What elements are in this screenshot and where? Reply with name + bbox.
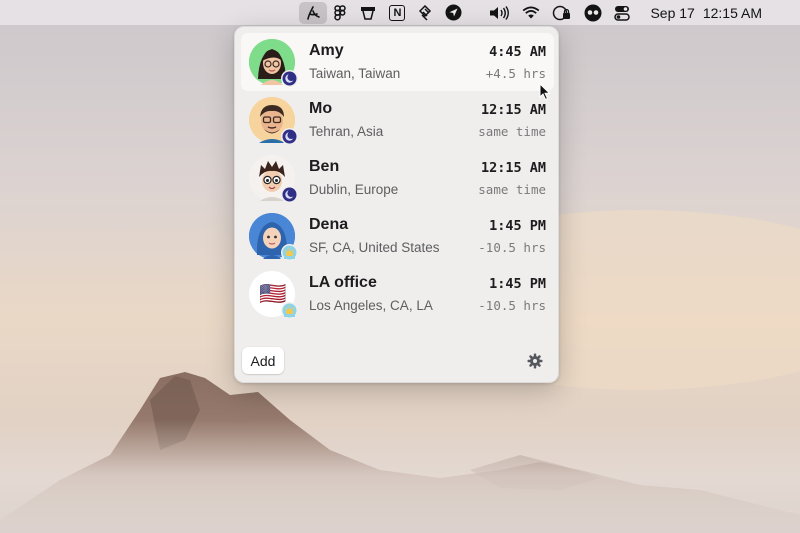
add-button[interactable]: Add xyxy=(242,347,284,374)
mouse-cursor xyxy=(539,82,551,101)
person-time-difference: +4.5 hrs xyxy=(485,66,546,81)
person-time: 12:15 AM xyxy=(480,160,546,176)
sun-icon xyxy=(281,244,298,261)
timezone-app-icon[interactable] xyxy=(299,1,328,24)
person-row-dena[interactable]: Dena SF, CA, United States 1:45 PM -10.5… xyxy=(241,207,554,265)
cup-icon[interactable] xyxy=(353,0,383,25)
person-location: Taiwan, Taiwan xyxy=(309,66,401,81)
person-name: Mo xyxy=(309,100,333,117)
person-time: 4:45 AM xyxy=(489,44,546,60)
person-time: 1:45 PM xyxy=(489,218,546,234)
us-flag-icon: 🇺🇸 xyxy=(259,281,287,306)
screen-lock-icon[interactable] xyxy=(546,0,578,25)
menu-bar: N Sep 17 12:15 AM xyxy=(0,0,800,25)
wifi-icon[interactable] xyxy=(516,0,546,25)
figma-icon[interactable] xyxy=(327,0,353,25)
eyes-icon[interactable] xyxy=(578,0,608,25)
moon-icon xyxy=(281,128,298,145)
location-arrow-icon[interactable] xyxy=(439,0,468,25)
timezone-popover: Amy Taiwan, Taiwan 4:45 AM +4.5 hrs Mo T… xyxy=(234,26,559,383)
notion-glyph: N xyxy=(389,4,406,21)
moon-icon xyxy=(281,186,298,203)
menubar-time[interactable]: 12:15 AM xyxy=(699,5,766,21)
person-location: Los Angeles, CA, LA xyxy=(309,298,433,313)
person-row-ben[interactable]: Ben Dublin, Europe 12:15 AM same time xyxy=(241,149,554,207)
gear-icon[interactable] xyxy=(527,353,543,369)
menubar-date[interactable]: Sep 17 xyxy=(646,5,698,21)
person-time-difference: -10.5 hrs xyxy=(478,240,546,255)
sun-icon xyxy=(281,302,298,319)
person-name: Ben xyxy=(309,158,340,175)
moon-icon xyxy=(281,70,298,87)
notion-icon[interactable]: N xyxy=(383,0,411,25)
volume-icon[interactable] xyxy=(482,0,516,25)
person-time: 1:45 PM xyxy=(489,276,546,292)
control-center-icon[interactable] xyxy=(608,0,636,25)
person-time-difference: same time xyxy=(478,124,546,139)
person-location: SF, CA, United States xyxy=(309,240,440,255)
person-time: 12:15 AM xyxy=(480,102,546,118)
person-row-amy[interactable]: Amy Taiwan, Taiwan 4:45 AM +4.5 hrs xyxy=(241,33,554,91)
person-name: Dena xyxy=(309,216,349,233)
person-location: Tehran, Asia xyxy=(309,124,384,139)
person-row-mo[interactable]: Mo Tehran, Asia 12:15 AM same time xyxy=(241,91,554,149)
person-time-difference: same time xyxy=(478,182,546,197)
person-name: Amy xyxy=(309,42,344,59)
slack-like-icon[interactable] xyxy=(411,0,439,25)
person-name: LA office xyxy=(309,274,377,291)
person-location: Dublin, Europe xyxy=(309,182,399,197)
person-row-la-office[interactable]: 🇺🇸 LA office Los Angeles, CA, LA 1:45 PM… xyxy=(241,265,554,323)
person-time-difference: -10.5 hrs xyxy=(478,298,546,313)
